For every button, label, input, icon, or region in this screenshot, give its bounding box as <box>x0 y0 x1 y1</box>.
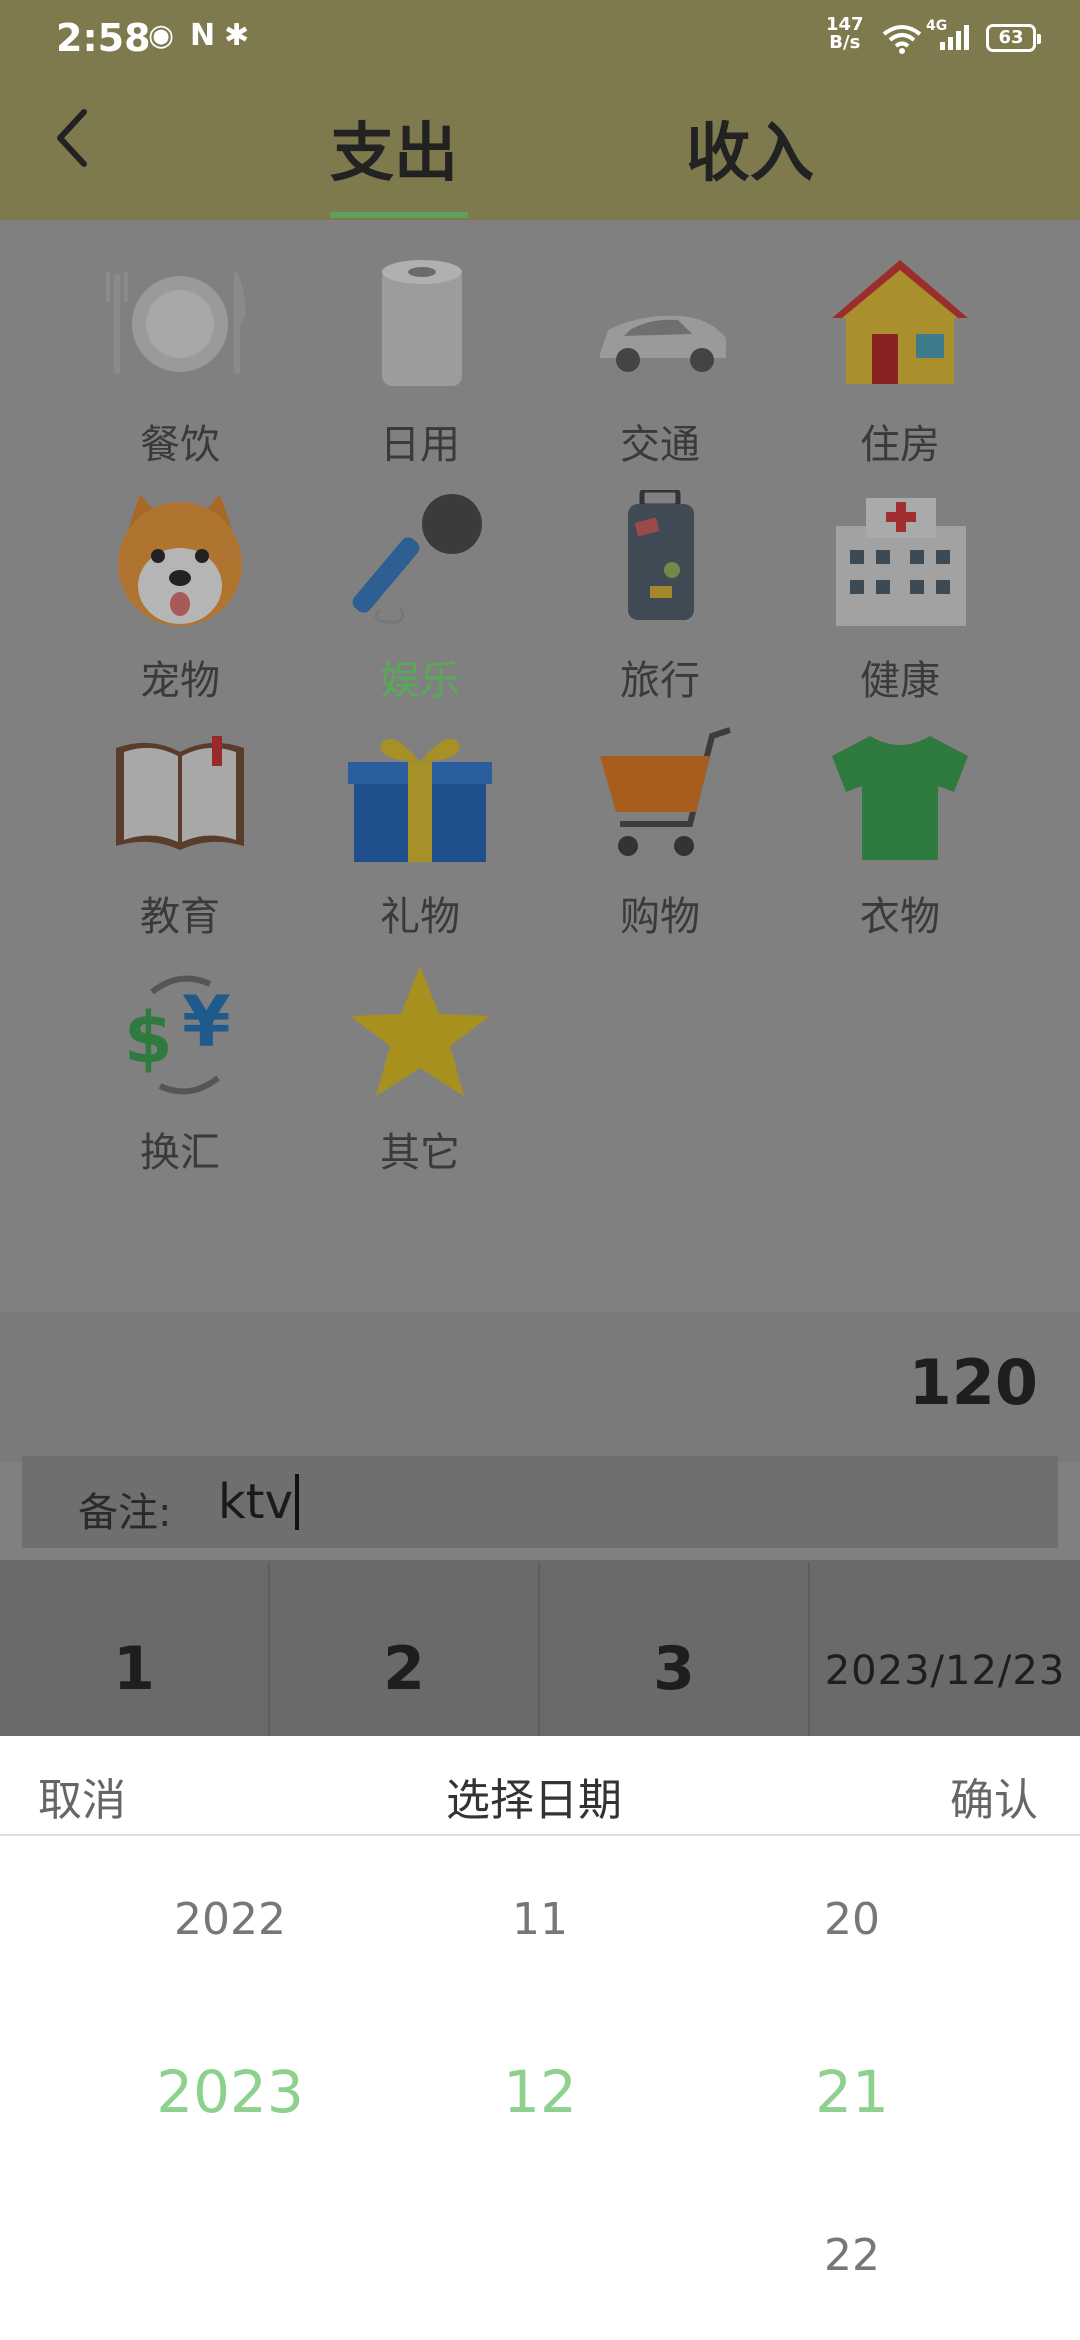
note-field[interactable]: 备注: ktv <box>22 1456 1058 1548</box>
category-housing[interactable]: 住房 <box>810 254 990 468</box>
status-time: 2:58 <box>56 16 151 60</box>
category-label: 娱乐 <box>380 658 460 704</box>
category-shopping[interactable]: 购物 <box>570 726 750 940</box>
category-clothing[interactable]: 衣物 <box>810 726 990 940</box>
app-root: 2:58 ◉ N ✱ 147 B/s 4G 63 支出 收入 餐饮 日用 交通 … <box>0 0 1080 2340</box>
shopping-cart-icon <box>580 726 740 866</box>
category-label: 换汇 <box>140 1130 220 1176</box>
back-arrow-icon[interactable] <box>52 108 92 168</box>
category-label: 日用 <box>380 422 460 468</box>
eye-icon: ◉ <box>148 18 175 53</box>
network-speed: 147 B/s <box>826 14 864 53</box>
svg-text:$: $ <box>124 997 173 1079</box>
category-label: 交通 <box>620 422 700 468</box>
luggage-icon <box>580 487 740 630</box>
header-bar <box>0 80 1080 220</box>
category-label: 教育 <box>140 894 220 940</box>
currency-exchange-icon: $ ¥ <box>100 962 260 1102</box>
category-travel[interactable]: 旅行 <box>570 487 750 704</box>
tab-income[interactable]: 收入 <box>686 102 814 194</box>
signal-icon <box>940 25 969 50</box>
category-dining[interactable]: 餐饮 <box>90 254 270 468</box>
key-3[interactable]: 3 <box>540 1562 810 1738</box>
month-selected[interactable]: 12 <box>460 2058 620 2126</box>
hospital-icon <box>820 490 980 630</box>
book-icon <box>100 726 260 866</box>
date-picker-title: 选择日期 <box>446 1775 622 1826</box>
category-transport[interactable]: 交通 <box>570 254 750 468</box>
category-label: 餐饮 <box>140 422 220 468</box>
category-label: 健康 <box>860 658 940 704</box>
category-pets[interactable]: 宠物 <box>90 490 270 704</box>
year-option[interactable]: 2022 <box>130 1894 330 1945</box>
microphone-icon <box>340 490 500 630</box>
category-other[interactable]: 其它 <box>330 962 510 1176</box>
day-selected[interactable]: 21 <box>772 2058 932 2126</box>
category-label: 衣物 <box>860 894 940 940</box>
category-label: 其它 <box>380 1130 460 1176</box>
note-input[interactable]: ktv <box>218 1474 300 1530</box>
nfc-icon: N <box>190 18 216 53</box>
tab-indicator <box>330 212 468 218</box>
amount-display: 120 <box>908 1346 1038 1419</box>
day-option[interactable]: 22 <box>772 2230 932 2281</box>
category-label: 住房 <box>860 422 940 468</box>
category-label: 旅行 <box>620 658 700 704</box>
key-1[interactable]: 1 <box>0 1562 270 1738</box>
svg-text:¥: ¥ <box>182 981 231 1063</box>
wifi-icon <box>882 25 922 54</box>
category-daily[interactable]: 日用 <box>330 254 510 468</box>
category-label: 购物 <box>620 894 700 940</box>
category-education[interactable]: 教育 <box>90 726 270 940</box>
category-exchange[interactable]: $ ¥ 换汇 <box>90 962 270 1176</box>
note-label: 备注: <box>78 1490 172 1536</box>
bluetooth-icon: ✱ <box>224 18 250 53</box>
category-entertainment[interactable]: 娱乐 <box>330 490 510 704</box>
dog-icon <box>100 490 260 630</box>
tissue-roll-icon <box>340 254 500 394</box>
car-icon <box>580 254 740 394</box>
dining-icon <box>100 254 260 394</box>
category-gift[interactable]: 礼物 <box>330 726 510 940</box>
category-label: 宠物 <box>140 658 220 704</box>
year-selected[interactable]: 2023 <box>130 2058 330 2126</box>
month-option[interactable]: 11 <box>460 1894 620 1945</box>
gift-icon <box>340 726 500 866</box>
status-bar: 2:58 ◉ N ✱ 147 B/s 4G 63 <box>0 0 1080 80</box>
cancel-button[interactable]: 取消 <box>38 1764 126 1828</box>
star-icon <box>340 962 500 1102</box>
confirm-button[interactable]: 确认 <box>950 1764 1038 1828</box>
category-health[interactable]: 健康 <box>810 490 990 704</box>
tshirt-icon <box>820 726 980 866</box>
tab-expense[interactable]: 支出 <box>330 102 458 194</box>
date-key[interactable]: 2023/12/23 <box>810 1562 1080 1738</box>
day-option[interactable]: 20 <box>772 1894 932 1945</box>
battery-icon: 63 <box>986 24 1041 52</box>
category-label: 礼物 <box>380 894 460 940</box>
key-2[interactable]: 2 <box>270 1562 540 1738</box>
house-icon <box>820 254 980 394</box>
